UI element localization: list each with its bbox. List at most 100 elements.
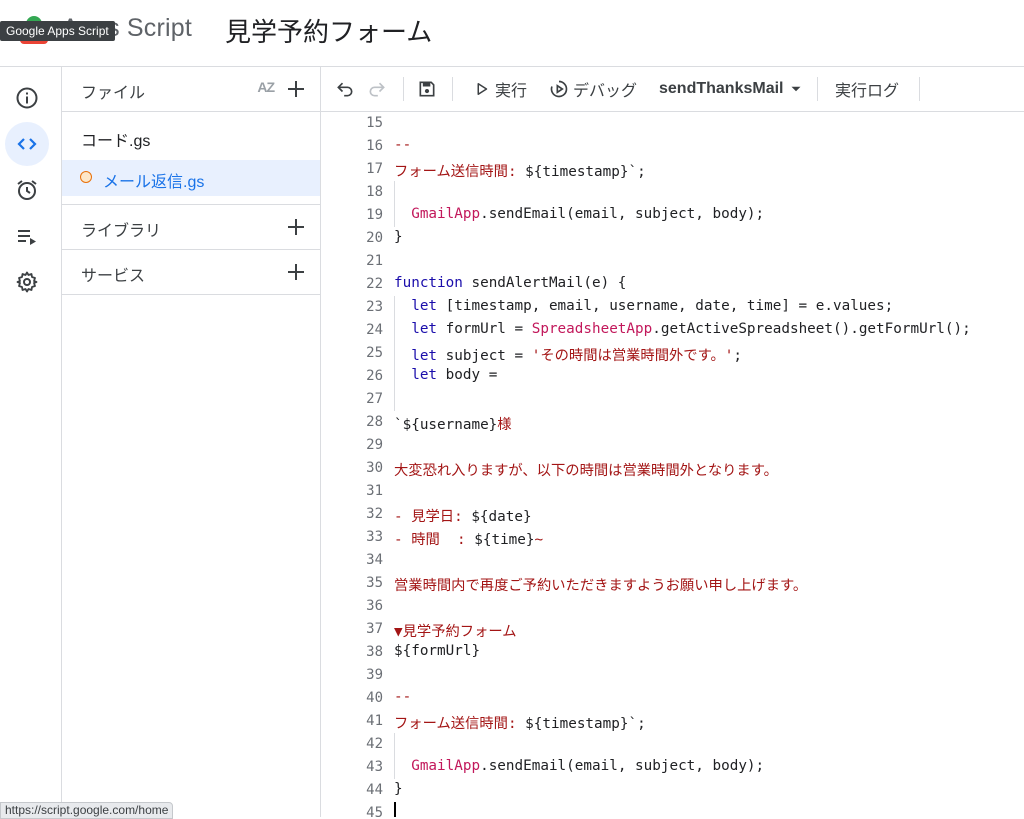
executions-button[interactable] — [5, 214, 49, 258]
code-line[interactable]: 17 フォーム送信時間: ${timestamp}`; — [321, 158, 1024, 181]
overview-button[interactable] — [5, 76, 49, 120]
executions-icon — [18, 230, 36, 245]
code-text: GmailApp.sendEmail(email, subject, body)… — [394, 206, 764, 222]
code-line[interactable]: 19 GmailApp.sendEmail(email, subject, bo… — [321, 204, 1024, 227]
run-button[interactable]: 実行 — [473, 77, 527, 101]
function-select-value: sendThanksMail — [659, 80, 784, 97]
file-item-mail-reply[interactable]: メール返信.gs — [62, 160, 320, 196]
code-token: let — [411, 321, 438, 337]
code-editor[interactable]: 15 16 -- 17 フォーム送信時間: ${timestamp}`; 18 19 Gma… — [321, 112, 1024, 817]
code-line[interactable]: 33 - 時間 : ${time}~ — [321, 526, 1024, 549]
code-token: ▼見学予約フォーム — [394, 624, 517, 640]
toolbar-divider — [403, 77, 404, 101]
undo-button[interactable] — [335, 77, 355, 101]
add-service-icon[interactable] — [284, 260, 308, 284]
code-text: let body = — [394, 367, 506, 383]
code-token: 営業時間内で再度ご予約いただきますようお願い申し上げます。 — [394, 578, 808, 594]
info-icon — [16, 87, 38, 109]
code-text: GmailApp.sendEmail(email, subject, body)… — [394, 758, 764, 774]
code-token: フォーム送信時間: — [394, 716, 526, 732]
file-item-code[interactable]: コード.gs — [62, 114, 320, 160]
settings-button[interactable] — [5, 260, 49, 304]
code-line[interactable]: 15 — [321, 112, 1024, 135]
code-line[interactable]: 43 GmailApp.sendEmail(email, subject, bo… — [321, 756, 1024, 779]
code-line[interactable]: 45 — [321, 802, 1024, 817]
project-title[interactable]: 見学予約フォーム — [225, 12, 432, 49]
files-panel: ファイル AZ コード.gs メール返信.gs ライブラリ サービス — [62, 67, 321, 817]
sort-az-icon[interactable]: AZ — [257, 79, 275, 95]
line-number: 28 — [366, 414, 383, 430]
code-line[interactable]: 28 `${username}様 — [321, 411, 1024, 434]
code-line[interactable]: 21 — [321, 250, 1024, 273]
status-url: https://script.google.com/home — [0, 802, 174, 819]
code-line[interactable]: 40 -- — [321, 687, 1024, 710]
line-number: 42 — [366, 736, 383, 752]
gear-icon — [16, 271, 38, 293]
line-number: 17 — [366, 161, 383, 177]
line-number: 45 — [366, 805, 383, 817]
code-text: let [timestamp, email, username, date, t… — [394, 298, 893, 314]
code-line[interactable]: 34 — [321, 549, 1024, 572]
indent-guide — [394, 733, 395, 756]
code-token: 様 — [497, 417, 512, 433]
file-name: コード.gs — [81, 133, 151, 150]
code-line[interactable]: 20} — [321, 227, 1024, 250]
code-line[interactable]: 27 — [321, 388, 1024, 411]
code-token: let — [411, 298, 438, 314]
code-token: } — [394, 229, 403, 245]
code-line[interactable]: 36 — [321, 595, 1024, 618]
code-line[interactable]: 16 -- — [321, 135, 1024, 158]
left-nav-rail — [0, 67, 62, 817]
logo-tooltip: Google Apps Script — [0, 21, 115, 41]
line-number: 44 — [366, 782, 383, 798]
add-library-icon[interactable] — [284, 215, 308, 239]
code-token: ${timestamp} — [525, 716, 629, 732]
code-token: ${timestamp} — [525, 164, 629, 180]
redo-icon — [369, 82, 385, 97]
line-number: 32 — [366, 506, 383, 522]
code-line[interactable]: 30 大変恐れ入りますが、以下の時間は営業時間外となります。 — [321, 457, 1024, 480]
code-line[interactable]: 26 let body = — [321, 365, 1024, 388]
code-line[interactable]: 42 — [321, 733, 1024, 756]
save-button[interactable] — [417, 77, 437, 101]
code-text: ${formUrl} — [394, 643, 480, 659]
code-line[interactable]: 31 — [321, 480, 1024, 503]
code-line[interactable]: 18 — [321, 181, 1024, 204]
line-number: 38 — [366, 644, 383, 660]
line-number: 24 — [366, 322, 383, 338]
line-number: 39 — [366, 667, 383, 683]
editor-button[interactable] — [5, 122, 49, 166]
add-file-icon[interactable] — [284, 77, 308, 101]
triggers-button[interactable] — [5, 168, 49, 212]
code-line[interactable]: 38 ${formUrl} — [321, 641, 1024, 664]
code-line[interactable]: 24 let formUrl = SpreadsheetApp.getActiv… — [321, 319, 1024, 342]
code-icon — [17, 138, 37, 150]
files-header: ファイル AZ — [62, 67, 320, 112]
code-line[interactable]: 29 — [321, 434, 1024, 457]
code-line[interactable]: 37 ▼見学予約フォーム — [321, 618, 1024, 641]
code-line[interactable]: 41 フォーム送信時間: ${timestamp}`; — [321, 710, 1024, 733]
code-line[interactable]: 23 let [timestamp, email, username, date… — [321, 296, 1024, 319]
debug-button[interactable]: デバッグ — [549, 77, 637, 101]
redo-button[interactable] — [367, 77, 387, 101]
indent-guide — [394, 388, 395, 411]
code-line[interactable]: 35 営業時間内で再度ご予約いただきますようお願い申し上げます。 — [321, 572, 1024, 595]
undo-icon — [337, 82, 353, 97]
code-line[interactable]: 32 - 見学日: ${date} — [321, 503, 1024, 526]
code-text: - 時間 : ${time}~ — [394, 528, 543, 549]
code-line[interactable]: 25 let subject = 'その時間は営業時間外です。'; — [321, 342, 1024, 365]
code-token: 大変恐れ入りますが、以下の時間は営業時間外となります。 — [394, 463, 778, 479]
code-text: } — [394, 229, 403, 245]
execution-log-button[interactable]: 実行ログ — [835, 77, 899, 101]
code-line[interactable]: 22 function sendAlertMail(e) { — [321, 273, 1024, 296]
code-token: -- — [394, 689, 412, 705]
line-number: 21 — [366, 253, 383, 269]
debug-icon — [550, 80, 568, 98]
line-number: 16 — [366, 138, 383, 154]
code-line[interactable]: 44} — [321, 779, 1024, 802]
function-select[interactable]: sendThanksMail — [659, 77, 805, 101]
debug-label: デバッグ — [573, 83, 638, 100]
code-text: function sendAlertMail(e) { — [394, 275, 626, 291]
code-token: ; — [733, 348, 742, 364]
code-line[interactable]: 39 — [321, 664, 1024, 687]
